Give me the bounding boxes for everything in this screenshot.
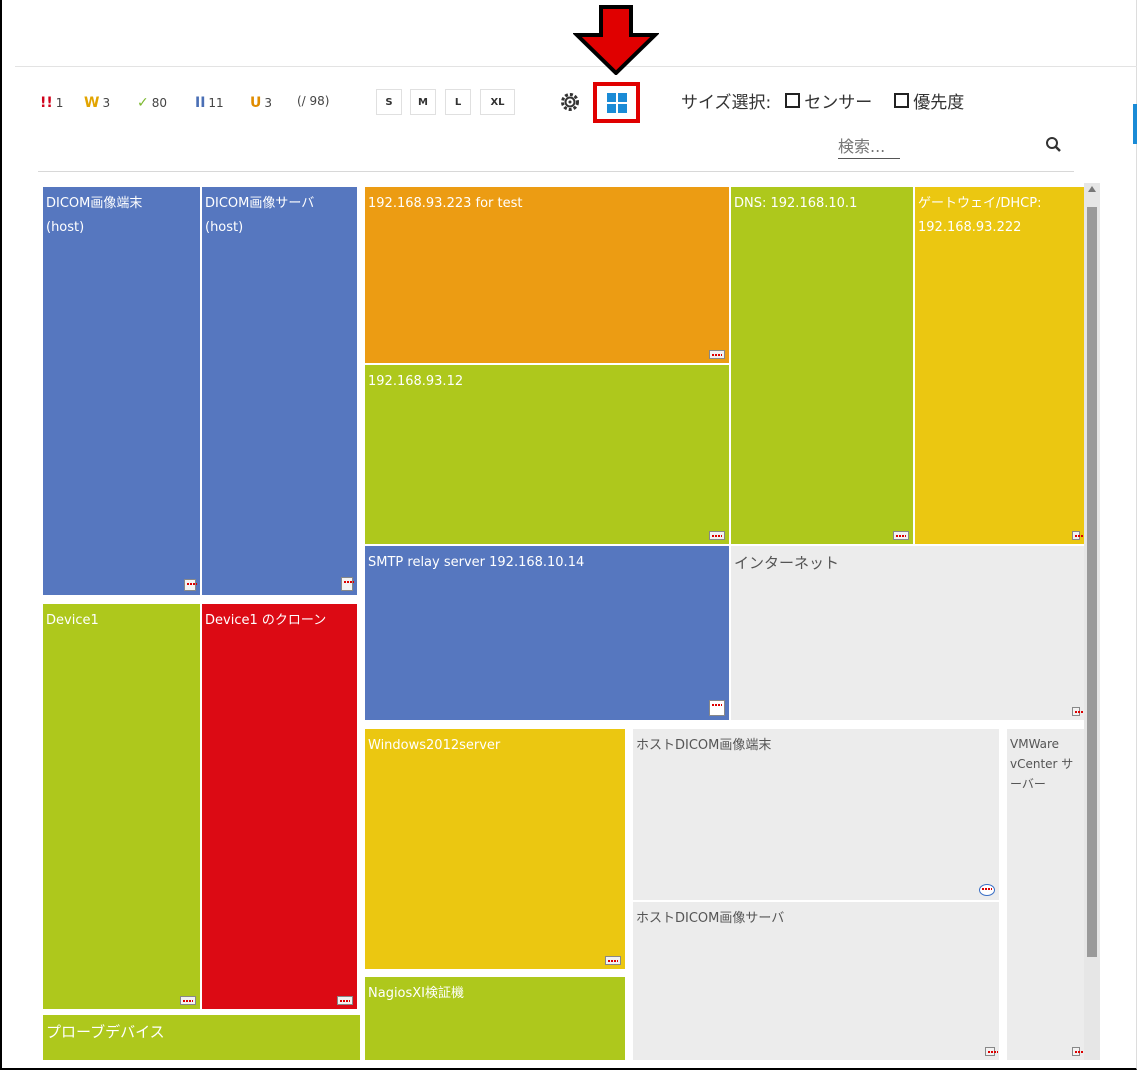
tile-label: DICOM画像端末: [46, 196, 143, 211]
tile-device1[interactable]: Device1: [43, 604, 200, 1009]
tile-nagios[interactable]: NagiosXI検証機: [365, 977, 625, 1060]
priority-checkbox[interactable]: [894, 93, 910, 108]
tile-label: 192.168.93.222: [918, 220, 1022, 235]
pause-icon: II: [195, 95, 206, 111]
status-ok[interactable]: ✓ 80: [137, 93, 167, 113]
dell-icon: [979, 884, 995, 896]
tile-ip-223[interactable]: 192.168.93.223 for test: [365, 187, 729, 363]
status-count: 3: [264, 96, 273, 110]
tile-device1-clone[interactable]: Device1 のクローン: [202, 604, 357, 1009]
tile-label: 192.168.93.12: [368, 374, 464, 389]
tile-dicom-server[interactable]: DICOM画像サーバ (host): [202, 187, 357, 595]
tile-label: 192.168.93.223 for test: [368, 196, 523, 211]
tile-label: DICOM画像サーバ: [205, 196, 315, 211]
tile-smtp[interactable]: SMTP relay server 192.168.10.14: [365, 546, 729, 720]
device-icon: [1072, 707, 1084, 716]
check-icon: ✓: [137, 95, 149, 111]
sensor-option[interactable]: センサー: [785, 88, 872, 113]
grid-icon: [606, 92, 627, 113]
status-count: 3: [102, 96, 111, 110]
device-icon: [605, 956, 621, 965]
device-icon: [337, 996, 353, 1005]
server-icon: [341, 577, 354, 591]
tile-dicom-terminal[interactable]: DICOM画像端末 (host): [43, 187, 200, 595]
status-unusual[interactable]: U 3: [250, 93, 272, 113]
gear-icon[interactable]: [559, 91, 581, 113]
size-s-button[interactable]: S: [376, 89, 402, 115]
tile-label: インターネット: [734, 554, 840, 572]
status-count: 1: [55, 96, 64, 110]
device-icon: [1072, 531, 1084, 540]
tile-ip-12[interactable]: 192.168.93.12: [365, 365, 729, 544]
total-count: (/ 98): [297, 94, 330, 108]
status-paused[interactable]: II 11: [195, 93, 224, 113]
tile-label: (host): [46, 220, 85, 235]
status-warning[interactable]: W 3: [84, 93, 110, 113]
device-icon: [709, 350, 725, 359]
status-error[interactable]: !! 1: [40, 93, 63, 113]
tile-vmware-vcenter[interactable]: VMWare vCenter サ ーバー: [1007, 729, 1084, 1060]
search-input[interactable]: [838, 134, 900, 159]
priority-option-label: 優先度: [913, 93, 965, 113]
scroll-up-icon[interactable]: [1088, 186, 1096, 192]
error-icon: !!: [40, 95, 53, 111]
sensor-option-label: センサー: [804, 93, 873, 113]
device-icon: [893, 531, 909, 540]
tile-label: Device1: [46, 613, 99, 628]
tile-host-dicom-terminal[interactable]: ホストDICOM画像端末: [633, 729, 999, 900]
tile-label: Device1 のクローン: [205, 613, 327, 628]
tile-label: ゲートウェイ/DHCP:: [918, 196, 1042, 211]
scrollbar-thumb[interactable]: [1087, 207, 1097, 957]
sensor-checkbox[interactable]: [785, 93, 801, 108]
device-icon: [180, 996, 196, 1005]
warning-icon: W: [84, 95, 100, 111]
tile-label: DNS: 192.168.10.1: [734, 196, 858, 211]
vertical-scrollbar[interactable]: [1084, 183, 1100, 1060]
tile-label: ホストDICOM画像端末: [636, 738, 772, 753]
unreachable-icon: [709, 700, 725, 716]
right-edge-accent: [1133, 104, 1137, 144]
search-box: [838, 134, 1070, 160]
tile-label: NagiosXI検証機: [368, 986, 465, 1001]
device-icon: [709, 531, 725, 540]
size-select: サイズ選択: センサー 優先度: [681, 88, 964, 113]
priority-option[interactable]: 優先度: [894, 88, 964, 113]
tile-probe-device[interactable]: プローブデバイス: [43, 1015, 360, 1060]
tile-label: Windows2012server: [368, 738, 501, 753]
tile-dns[interactable]: DNS: 192.168.10.1: [731, 187, 913, 544]
device-icon: [1072, 1047, 1084, 1056]
tile-windows2012[interactable]: Windows2012server: [365, 729, 625, 969]
size-l-button[interactable]: L: [445, 89, 471, 115]
device-icon: [985, 1047, 998, 1056]
size-select-label: サイズ選択:: [681, 93, 772, 113]
tile-label: SMTP relay server 192.168.10.14: [368, 555, 585, 570]
treemap-view-button[interactable]: [593, 82, 640, 123]
tile-label: ホストDICOM画像サーバ: [636, 911, 785, 926]
status-count: 80: [151, 96, 168, 110]
down-arrow-annotation: [573, 5, 659, 75]
tile-gateway[interactable]: ゲートウェイ/DHCP: 192.168.93.222: [915, 187, 1084, 544]
unusual-icon: U: [250, 95, 262, 111]
computer-icon: [184, 579, 197, 591]
tile-internet[interactable]: インターネット: [731, 546, 1084, 720]
tile-label: プローブデバイス: [46, 1023, 165, 1041]
status-count: 11: [208, 96, 224, 110]
tile-label: vCenter サ: [1010, 757, 1074, 771]
size-m-button[interactable]: M: [410, 89, 436, 115]
tile-label: VMWare: [1010, 737, 1060, 751]
toolbar-divider: [38, 171, 1074, 172]
tile-label: (host): [205, 220, 244, 235]
tile-host-dicom-server[interactable]: ホストDICOM画像サーバ: [633, 902, 999, 1060]
search-icon[interactable]: [1045, 136, 1063, 154]
tile-label: ーバー: [1010, 777, 1046, 791]
size-xl-button[interactable]: XL: [480, 89, 515, 115]
